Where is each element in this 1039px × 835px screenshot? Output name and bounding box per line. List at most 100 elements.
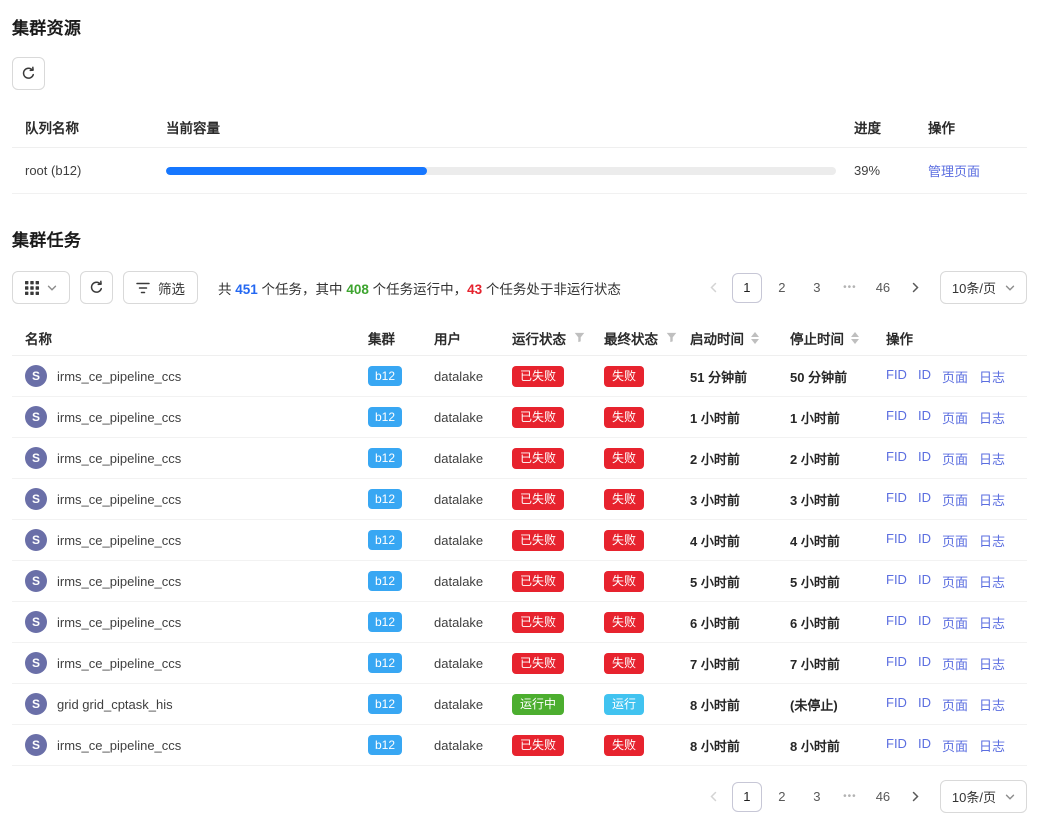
run-status-cell: 已失败 [512, 735, 604, 756]
log-link[interactable]: 日志 [979, 490, 1005, 509]
fid-link[interactable]: FID [886, 572, 907, 591]
id-link[interactable]: ID [918, 736, 931, 755]
fid-link[interactable]: FID [886, 531, 907, 550]
page-ellipsis[interactable]: ••• [837, 791, 863, 802]
id-link[interactable]: ID [918, 449, 931, 468]
refresh-resources-button[interactable] [12, 57, 45, 90]
page-item-46[interactable]: 46 [868, 782, 898, 812]
resources-table-header: 队列名称 当前容量 进度 操作 [12, 106, 1027, 148]
page-ellipsis[interactable]: ••• [837, 282, 863, 293]
run-status-badge: 已失败 [512, 612, 564, 633]
final-status-cell: 失败 [604, 653, 690, 674]
log-link[interactable]: 日志 [979, 613, 1005, 632]
fid-link[interactable]: FID [886, 695, 907, 714]
run-status-cell: 已失败 [512, 448, 604, 469]
row-actions: FID ID 页面 日志 [886, 367, 1014, 386]
column-header-queue: 队列名称 [25, 117, 148, 137]
column-header-name: 名称 [25, 328, 368, 348]
id-link[interactable]: ID [918, 654, 931, 673]
fid-link[interactable]: FID [886, 613, 907, 632]
log-link[interactable]: 日志 [979, 654, 1005, 673]
page-link[interactable]: 页面 [942, 408, 968, 427]
page-link[interactable]: 页面 [942, 654, 968, 673]
column-header-start-time: 启动时间 [690, 328, 790, 348]
final-status-badge: 失败 [604, 571, 644, 592]
id-link[interactable]: ID [918, 408, 931, 427]
fid-link[interactable]: FID [886, 654, 907, 673]
cluster-cell: b12 [368, 612, 434, 632]
refresh-icon [21, 66, 36, 81]
page-item-3[interactable]: 3 [802, 273, 832, 303]
page-link[interactable]: 页面 [942, 695, 968, 714]
next-page-button[interactable] [903, 782, 929, 812]
page-item-46[interactable]: 46 [868, 273, 898, 303]
page-item-2[interactable]: 2 [767, 273, 797, 303]
log-link[interactable]: 日志 [979, 408, 1005, 427]
row-actions: FID ID 页面 日志 [886, 408, 1014, 427]
queue-name: root (b12) [25, 163, 148, 178]
total-count: 451 [235, 282, 258, 297]
log-link[interactable]: 日志 [979, 367, 1005, 386]
manage-page-link[interactable]: 管理页面 [928, 164, 980, 179]
final-status-cell: 失败 [604, 407, 690, 428]
pagination-bottom: 1 2 3 ••• 46 10条/页 [701, 780, 1027, 813]
log-link[interactable]: 日志 [979, 695, 1005, 714]
tasks-table-header: 名称 集群 用户 运行状态 最终状态 启动时间 [12, 320, 1027, 356]
filter-funnel-icon[interactable] [574, 332, 585, 343]
id-link[interactable]: ID [918, 572, 931, 591]
layout-grid-button[interactable] [12, 271, 70, 304]
page-link[interactable]: 页面 [942, 613, 968, 632]
user-cell: datalake [434, 451, 512, 466]
table-row: S irms_ce_pipeline_ccs b12 datalake 已失败 … [12, 520, 1027, 561]
chevron-down-icon [47, 283, 57, 293]
id-link[interactable]: ID [918, 490, 931, 509]
id-link[interactable]: ID [918, 695, 931, 714]
page-item-1[interactable]: 1 [732, 782, 762, 812]
user-cell: datalake [434, 615, 512, 630]
page-link[interactable]: 页面 [942, 736, 968, 755]
avatar: S [25, 652, 47, 674]
log-link[interactable]: 日志 [979, 531, 1005, 550]
fid-link[interactable]: FID [886, 490, 907, 509]
log-link[interactable]: 日志 [979, 572, 1005, 591]
fid-link[interactable]: FID [886, 408, 907, 427]
refresh-icon [89, 280, 104, 295]
final-status-cell: 失败 [604, 530, 690, 551]
final-status-badge: 失败 [604, 366, 644, 387]
page-link[interactable]: 页面 [942, 490, 968, 509]
page-link[interactable]: 页面 [942, 449, 968, 468]
page-item-3[interactable]: 3 [802, 782, 832, 812]
page-link[interactable]: 页面 [942, 367, 968, 386]
sort-control[interactable] [851, 332, 859, 344]
page-size-select[interactable]: 10条/页 [940, 780, 1027, 813]
sort-control[interactable] [751, 332, 759, 344]
filter-button[interactable]: 筛选 [123, 271, 198, 304]
column-header-final-status: 最终状态 [604, 328, 690, 348]
fid-link[interactable]: FID [886, 367, 907, 386]
page-link[interactable]: 页面 [942, 572, 968, 591]
refresh-tasks-button[interactable] [80, 271, 113, 304]
page-link[interactable]: 页面 [942, 531, 968, 550]
stop-time: 5 小时前 [790, 572, 886, 591]
log-link[interactable]: 日志 [979, 736, 1005, 755]
fid-link[interactable]: FID [886, 736, 907, 755]
table-row: S irms_ce_pipeline_ccs b12 datalake 已失败 … [12, 643, 1027, 684]
page-item-1[interactable]: 1 [732, 273, 762, 303]
prev-page-button[interactable] [701, 782, 727, 812]
cluster-cell: b12 [368, 735, 434, 755]
cluster-tag: b12 [368, 366, 402, 386]
column-header-label: 用户 [434, 328, 461, 348]
log-link[interactable]: 日志 [979, 449, 1005, 468]
stop-time: 3 小时前 [790, 490, 886, 509]
chevron-down-icon [1005, 283, 1015, 293]
page-size-select[interactable]: 10条/页 [940, 271, 1027, 304]
stop-time: 4 小时前 [790, 531, 886, 550]
id-link[interactable]: ID [918, 613, 931, 632]
page-item-2[interactable]: 2 [767, 782, 797, 812]
next-page-button[interactable] [903, 273, 929, 303]
fid-link[interactable]: FID [886, 449, 907, 468]
id-link[interactable]: ID [918, 367, 931, 386]
id-link[interactable]: ID [918, 531, 931, 550]
prev-page-button[interactable] [701, 273, 727, 303]
filter-funnel-icon[interactable] [666, 332, 677, 343]
